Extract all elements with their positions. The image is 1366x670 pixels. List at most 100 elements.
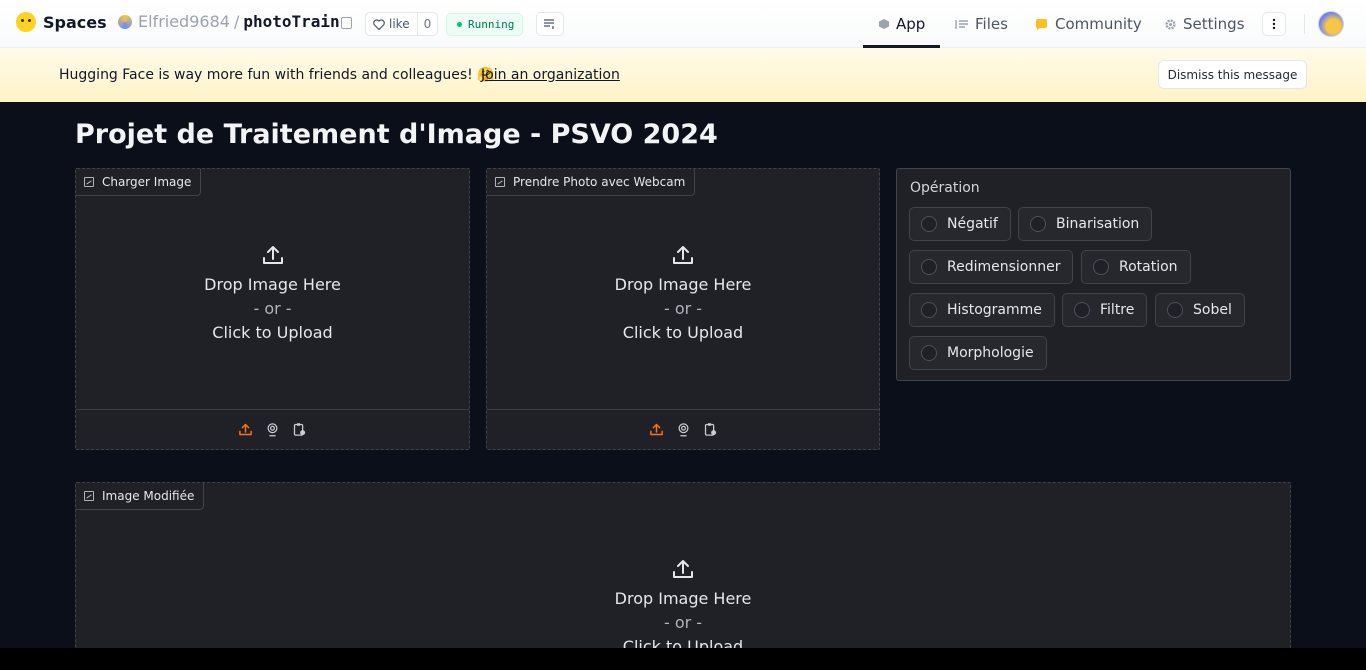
brand-name: Spaces (43, 12, 107, 32)
radio-label: Rotation (1119, 259, 1178, 275)
nav-divider (1304, 14, 1305, 34)
upload-icon (239, 423, 252, 436)
drop-text: Drop Image Here (204, 275, 341, 294)
radio-negatif[interactable]: Négatif (909, 207, 1011, 241)
panel-label-text: Image Modifiée (102, 489, 195, 503)
upload-icon (673, 560, 693, 578)
owner-avatar-icon (118, 14, 132, 29)
tab-settings-label: Settings (1183, 15, 1245, 33)
image-icon (84, 491, 94, 501)
radio-circle-icon (1030, 216, 1046, 232)
page-title: Projet de Traitement d'Image - PSVO 2024 (75, 119, 718, 150)
radio-histogramme[interactable]: Histogramme (909, 293, 1055, 327)
charger-image-panel: Charger Image Drop Image Here - or - Cli… (75, 168, 470, 450)
radio-label: Binarisation (1056, 216, 1140, 232)
upload-icon (262, 246, 283, 264)
tab-app[interactable]: App (878, 0, 925, 48)
status-badge[interactable]: Running (446, 13, 524, 36)
tab-community[interactable]: Community (1034, 0, 1142, 48)
tab-app-label: App (896, 15, 926, 33)
upload-source-button[interactable] (648, 421, 665, 438)
spaces-home-link[interactable]: Spaces (16, 12, 107, 32)
radio-label: Histogramme (947, 302, 1042, 318)
cube-icon (879, 19, 889, 29)
radio-label: Filtre (1100, 302, 1135, 318)
radio-label: Redimensionner (947, 259, 1061, 275)
radio-morphologie[interactable]: Morphologie (909, 336, 1047, 370)
banner-message: Hugging Face is way more fun with friend… (59, 67, 495, 83)
radio-circle-icon (921, 216, 937, 232)
radio-circle-icon (921, 345, 937, 361)
copy-icon[interactable] (341, 17, 352, 29)
upload-icon (673, 246, 693, 264)
upload-icon (649, 423, 663, 436)
panel-label-text: Prendre Photo avec Webcam (513, 175, 686, 189)
image-dropzone[interactable]: Drop Image Here - or - Click to Upload (76, 243, 469, 345)
source-selector (487, 409, 879, 449)
organization-banner: Hugging Face is way more fun with friend… (0, 48, 1366, 102)
tab-community-label: Community (1055, 15, 1142, 33)
space-name-link[interactable]: photoTrain (243, 12, 339, 31)
like-button[interactable]: like 0 (365, 12, 439, 36)
breadcrumb-separator: / (233, 12, 240, 31)
tab-files[interactable]: Files (955, 0, 1008, 48)
radio-redimensionner[interactable]: Redimensionner (909, 250, 1074, 284)
tab-settings[interactable]: Settings (1164, 0, 1245, 48)
logs-icon (544, 19, 554, 29)
image-dropzone[interactable]: Drop Image Here - or - Click to Upload (76, 557, 1290, 659)
or-text: - or - (663, 613, 703, 632)
webcam-icon (267, 423, 278, 437)
owner-link[interactable]: Elfried9684 (138, 12, 230, 31)
clipboard-source-button[interactable] (702, 421, 719, 438)
or-text: - or - (253, 299, 292, 318)
webcam-source-button[interactable] (264, 421, 281, 438)
tab-files-label: Files (975, 15, 1008, 33)
or-text: - or - (663, 299, 703, 318)
radio-rotation[interactable]: Rotation (1081, 250, 1191, 284)
radio-label: Morphologie (947, 345, 1034, 361)
gradio-app: Projet de Traitement d'Image - PSVO 2024… (0, 102, 1366, 656)
vertical-dots-icon (1272, 18, 1276, 30)
user-avatar[interactable] (1318, 11, 1344, 37)
panel-label-text: Charger Image (102, 175, 192, 189)
radio-circle-icon (1074, 302, 1090, 318)
radio-circle-icon (1093, 259, 1109, 275)
panel-label: Charger Image (76, 169, 202, 196)
click-upload-text: Click to Upload (212, 323, 333, 342)
bottom-edge (0, 648, 1366, 670)
operation-label: Opération (910, 180, 980, 196)
files-icon (955, 19, 968, 29)
top-navigation: Spaces Elfried9684 / photoTrain like 0 R… (0, 0, 1366, 48)
panel-label: Prendre Photo avec Webcam (487, 169, 696, 196)
source-selector (76, 409, 469, 449)
radio-filtre[interactable]: Filtre (1062, 293, 1148, 327)
logs-button[interactable] (536, 12, 564, 36)
upload-source-button[interactable] (237, 421, 254, 438)
webcam-icon (678, 423, 688, 437)
join-organization-link[interactable]: Join an organization (481, 67, 620, 83)
more-options-button[interactable] (1262, 12, 1286, 36)
radio-circle-icon (921, 302, 937, 318)
radio-sobel[interactable]: Sobel (1155, 293, 1245, 327)
gear-icon (1165, 18, 1176, 30)
image-modifiee-panel: Image Modifiée Drop Image Here - or - Cl… (75, 482, 1291, 656)
clipboard-source-button[interactable] (291, 421, 308, 438)
status-text: Running (468, 18, 515, 31)
radio-label: Sobel (1193, 302, 1232, 318)
radio-binarisation[interactable]: Binarisation (1018, 207, 1153, 241)
radio-circle-icon (1167, 302, 1183, 318)
operation-radio-group: Opération Négatif Binarisation Redimensi… (896, 168, 1291, 381)
status-dot-icon (457, 22, 462, 27)
dismiss-banner-button[interactable]: Dismiss this message (1158, 60, 1307, 89)
like-label: like (389, 17, 410, 31)
like-count: 0 (416, 13, 438, 35)
image-dropzone[interactable]: Drop Image Here - or - Click to Upload (487, 243, 879, 345)
hugging-face-logo-icon (16, 12, 36, 32)
clipboard-icon (704, 423, 716, 436)
clipboard-icon (293, 423, 306, 436)
webcam-photo-panel: Prendre Photo avec Webcam Drop Image Her… (486, 168, 880, 450)
webcam-source-button[interactable] (675, 421, 692, 438)
drop-text: Drop Image Here (614, 275, 752, 294)
community-icon (1036, 18, 1047, 30)
radio-circle-icon (921, 259, 937, 275)
